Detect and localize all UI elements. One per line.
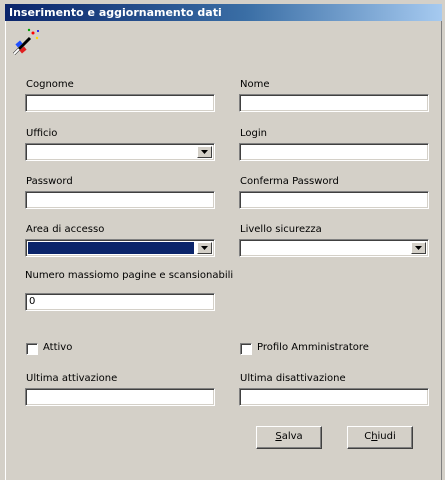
chiudi-label: iudi [377, 431, 396, 442]
area-accesso-select[interactable] [25, 239, 215, 257]
salva-button[interactable]: Salva [256, 426, 322, 449]
cognome-label: Cognome [26, 79, 74, 90]
area-accesso-dropdown-button[interactable] [197, 242, 212, 254]
ufficio-selected-value [28, 146, 194, 158]
conferma-password-input[interactable] [239, 191, 429, 209]
profilo-amministratore-checkbox[interactable] [240, 343, 252, 355]
attivo-label[interactable]: Attivo [43, 342, 72, 353]
profilo-amministratore-label[interactable]: Profilo Amministratore [257, 342, 369, 353]
chevron-down-icon [415, 246, 422, 250]
chevron-down-icon [201, 150, 208, 154]
chevron-down-icon [201, 246, 208, 250]
ufficio-dropdown-button[interactable] [197, 146, 212, 158]
nome-input[interactable] [239, 94, 429, 112]
ultima-attivazione-label: Ultima attivazione [26, 373, 118, 384]
area-accesso-label: Area di accesso [26, 224, 105, 235]
livello-sicurezza-label: Livello sicurezza [240, 224, 322, 235]
ufficio-label: Ufficio [26, 128, 58, 139]
password-input[interactable] [25, 191, 215, 209]
livello-sicurezza-selected-value [242, 242, 408, 254]
nome-label: Nome [240, 79, 270, 90]
ultima-attivazione-input[interactable] [25, 388, 215, 406]
ultima-disattivazione-input[interactable] [239, 388, 429, 406]
area-accesso-selected-value [28, 242, 194, 254]
login-input[interactable] [239, 143, 429, 161]
conferma-password-label: Conferma Password [240, 176, 339, 187]
window-title: Inserimento e aggiornamento dati [9, 6, 222, 19]
max-pagine-input[interactable]: 0 [25, 293, 215, 311]
livello-sicurezza-dropdown-button[interactable] [411, 242, 426, 254]
chiudi-button[interactable]: Chiudi [347, 426, 413, 449]
cognome-input[interactable] [25, 94, 215, 112]
login-label: Login [240, 128, 267, 139]
password-label: Password [26, 176, 73, 187]
ultima-disattivazione-label: Ultima disattivazione [240, 373, 346, 384]
ufficio-select[interactable] [25, 143, 215, 161]
attivo-checkbox[interactable] [26, 343, 38, 355]
livello-sicurezza-select[interactable] [239, 239, 429, 257]
magic-wand-icon [12, 28, 39, 56]
window-titlebar[interactable]: Inserimento e aggiornamento dati [5, 4, 442, 21]
max-pagine-label: Numero massiomo pagine e scansionabili [25, 270, 234, 281]
salva-label: alva [281, 431, 303, 442]
